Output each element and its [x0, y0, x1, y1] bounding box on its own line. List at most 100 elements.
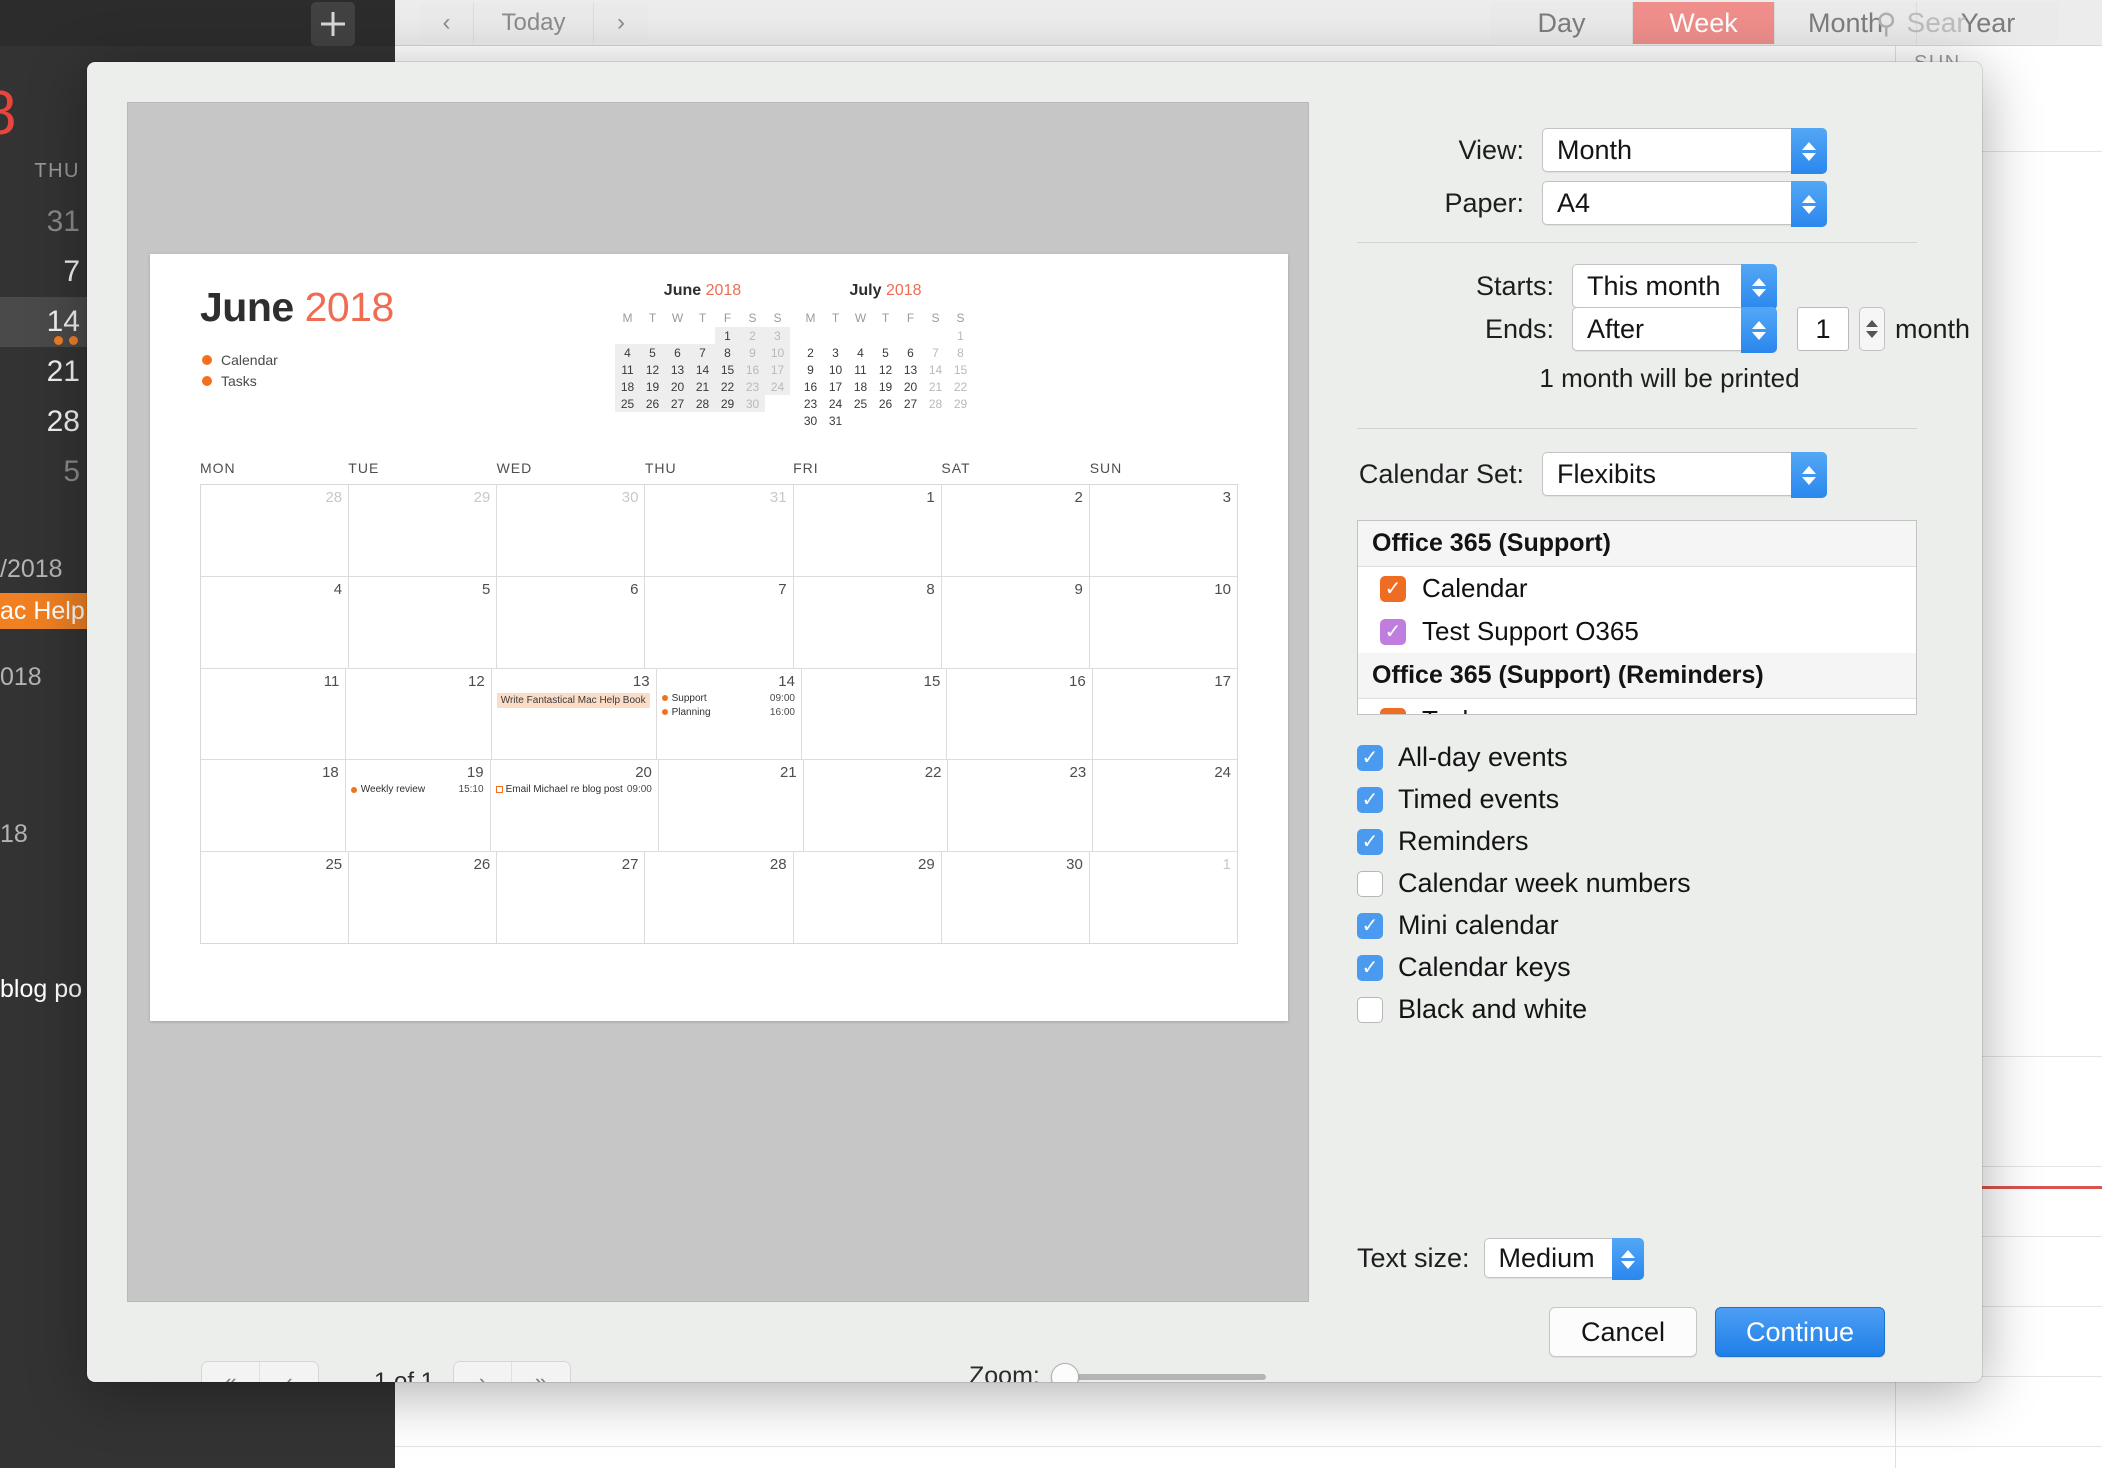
ends-count-stepper[interactable]: [1859, 307, 1885, 351]
month-day-cell[interactable]: 30: [497, 485, 646, 576]
month-day-cell[interactable]: 22: [804, 760, 949, 852]
calendar-checkbox[interactable]: ✓: [1380, 618, 1406, 645]
next-page-button[interactable]: ›: [454, 1362, 512, 1382]
next-period-button[interactable]: ›: [594, 3, 648, 43]
prev-period-button[interactable]: ‹: [420, 3, 474, 43]
month-day-cell[interactable]: 23: [948, 760, 1094, 852]
sidebar-day-31[interactable]: 31: [0, 197, 88, 247]
month-day-cell[interactable]: 16: [947, 668, 1093, 760]
calendar-checkbox[interactable]: ✓: [1380, 707, 1406, 714]
month-day-cell[interactable]: 19 Weekly review 15:10: [346, 760, 491, 852]
calendar-list-item[interactable]: ✓ Calendar: [1358, 567, 1916, 610]
month-day-cell[interactable]: 15: [802, 668, 948, 760]
month-day-cell[interactable]: 1: [794, 485, 942, 576]
sidebar-day-28[interactable]: 28: [0, 397, 88, 447]
option-mini-calendar[interactable]: ✓ Mini calendar: [1357, 910, 1559, 941]
month-day-cell[interactable]: 6: [497, 576, 646, 668]
today-button[interactable]: Today: [474, 3, 594, 43]
sidebar-day-14[interactable]: 14: [0, 297, 88, 347]
month-day-cell[interactable]: 20 Email Michael re blog post 09:00: [491, 760, 659, 852]
view-popup[interactable]: Month: [1542, 128, 1827, 174]
month-day-cell[interactable]: 31: [645, 485, 794, 576]
ends-popup[interactable]: After: [1572, 307, 1777, 353]
month-day-cell[interactable]: 28: [201, 485, 350, 576]
month-day-cell[interactable]: 12: [346, 668, 492, 760]
add-event-button[interactable]: [311, 2, 355, 46]
timed-event[interactable]: Support 09:00: [661, 693, 795, 704]
search-field[interactable]: ⚲ Sear: [1862, 2, 2102, 44]
stepper-icon[interactable]: [1791, 181, 1827, 227]
month-day-cell[interactable]: 29: [794, 852, 942, 943]
month-day-cell[interactable]: 2: [942, 485, 1090, 576]
sidebar-event-chip[interactable]: ac Help: [0, 593, 94, 629]
option-calendar-week-numbers[interactable]: Calendar week numbers: [1357, 868, 1691, 899]
paper-popup[interactable]: A4: [1542, 181, 1827, 227]
calendar-checkbox[interactable]: ✓: [1380, 575, 1406, 602]
month-day-cell[interactable]: 11: [201, 668, 347, 760]
month-day-cell[interactable]: 21: [659, 760, 804, 852]
month-day-cell[interactable]: 25: [201, 852, 350, 943]
zoom-slider[interactable]: [1050, 1362, 1266, 1382]
cancel-button[interactable]: Cancel: [1549, 1307, 1697, 1357]
sidebar-day-21[interactable]: 21: [0, 347, 88, 397]
option-checkbox[interactable]: [1357, 870, 1383, 897]
month-day-cell[interactable]: 8: [794, 576, 942, 668]
stepper-icon[interactable]: [1791, 452, 1827, 498]
calendar-selection-list[interactable]: Office 365 (Support) ✓ Calendar ✓ Test Suppo…: [1357, 520, 1917, 715]
calendar-list-item[interactable]: ✓ Tasks: [1358, 699, 1916, 714]
ends-count-input[interactable]: 1: [1797, 307, 1849, 351]
all-day-event[interactable]: Write Fantastical Mac Help Book: [496, 692, 650, 708]
option-checkbox[interactable]: ✓: [1357, 744, 1383, 771]
option-checkbox[interactable]: ✓: [1357, 786, 1383, 813]
option-all-day-events[interactable]: ✓ All-day events: [1357, 742, 1568, 773]
last-page-button[interactable]: »: [512, 1362, 570, 1382]
month-day-cell[interactable]: 30: [942, 852, 1090, 943]
reminder-checkbox-icon[interactable]: [495, 786, 503, 794]
mini-day-cell: 16: [740, 361, 765, 378]
option-reminders[interactable]: ✓ Reminders: [1357, 826, 1529, 857]
first-page-button[interactable]: «: [202, 1362, 260, 1382]
text-size-popup[interactable]: Medium: [1483, 1238, 1644, 1280]
month-day-cell[interactable]: 17: [1093, 669, 1237, 760]
month-day-cell[interactable]: 29: [349, 485, 498, 576]
month-day-cell[interactable]: 18: [201, 760, 346, 852]
stepper-icon[interactable]: [1611, 1238, 1644, 1280]
month-day-cell[interactable]: 14 Support 09:00 Planning 16:00: [657, 668, 802, 760]
month-day-cell[interactable]: 26: [349, 852, 498, 943]
option-checkbox[interactable]: [1357, 996, 1383, 1023]
calendar-set-popup[interactable]: Flexibits: [1542, 452, 1827, 498]
month-day-cell[interactable]: 7: [645, 576, 794, 668]
option-checkbox[interactable]: ✓: [1357, 828, 1383, 855]
month-day-cell[interactable]: 27: [497, 852, 646, 943]
starts-popup[interactable]: This month: [1572, 264, 1777, 310]
sidebar-day-5[interactable]: 5: [0, 447, 88, 497]
option-calendar-keys[interactable]: ✓ Calendar keys: [1357, 952, 1571, 983]
month-day-cell[interactable]: 10: [1090, 577, 1237, 668]
reminder-item[interactable]: Email Michael re blog post 09:00: [495, 784, 652, 795]
view-segment-day[interactable]: Day: [1491, 2, 1633, 44]
stepper-icon[interactable]: [1741, 264, 1777, 310]
month-day-cell[interactable]: 1: [1090, 852, 1237, 943]
timed-event[interactable]: Weekly review 15:10: [350, 784, 484, 795]
month-day-cell[interactable]: 13 Write Fantastical Mac Help Book: [492, 668, 657, 760]
sidebar-day-7[interactable]: 7: [0, 247, 88, 297]
calendar-list-item[interactable]: ✓ Test Support O365: [1358, 610, 1916, 653]
month-day-cell[interactable]: 24: [1093, 760, 1237, 851]
option-black-and-white[interactable]: Black and white: [1357, 994, 1587, 1025]
timed-event[interactable]: Planning 16:00: [661, 707, 795, 718]
month-day-cell[interactable]: 9: [942, 576, 1090, 668]
option-timed-events[interactable]: ✓ Timed events: [1357, 784, 1559, 815]
option-checkbox[interactable]: ✓: [1357, 912, 1383, 939]
stepper-icon[interactable]: [1741, 307, 1777, 353]
month-day-cell[interactable]: 3: [1090, 485, 1237, 576]
mini-day-cell: 20: [903, 379, 918, 394]
view-segment-week[interactable]: Week: [1633, 2, 1775, 44]
zoom-slider-knob[interactable]: [1050, 1362, 1079, 1382]
month-day-cell[interactable]: 5: [349, 576, 498, 668]
month-day-cell[interactable]: 28: [645, 852, 794, 943]
stepper-icon[interactable]: [1791, 128, 1827, 174]
continue-button[interactable]: Continue: [1715, 1307, 1885, 1357]
month-day-cell[interactable]: 4: [201, 576, 350, 668]
option-checkbox[interactable]: ✓: [1357, 954, 1383, 981]
prev-page-button[interactable]: ‹: [260, 1362, 318, 1382]
